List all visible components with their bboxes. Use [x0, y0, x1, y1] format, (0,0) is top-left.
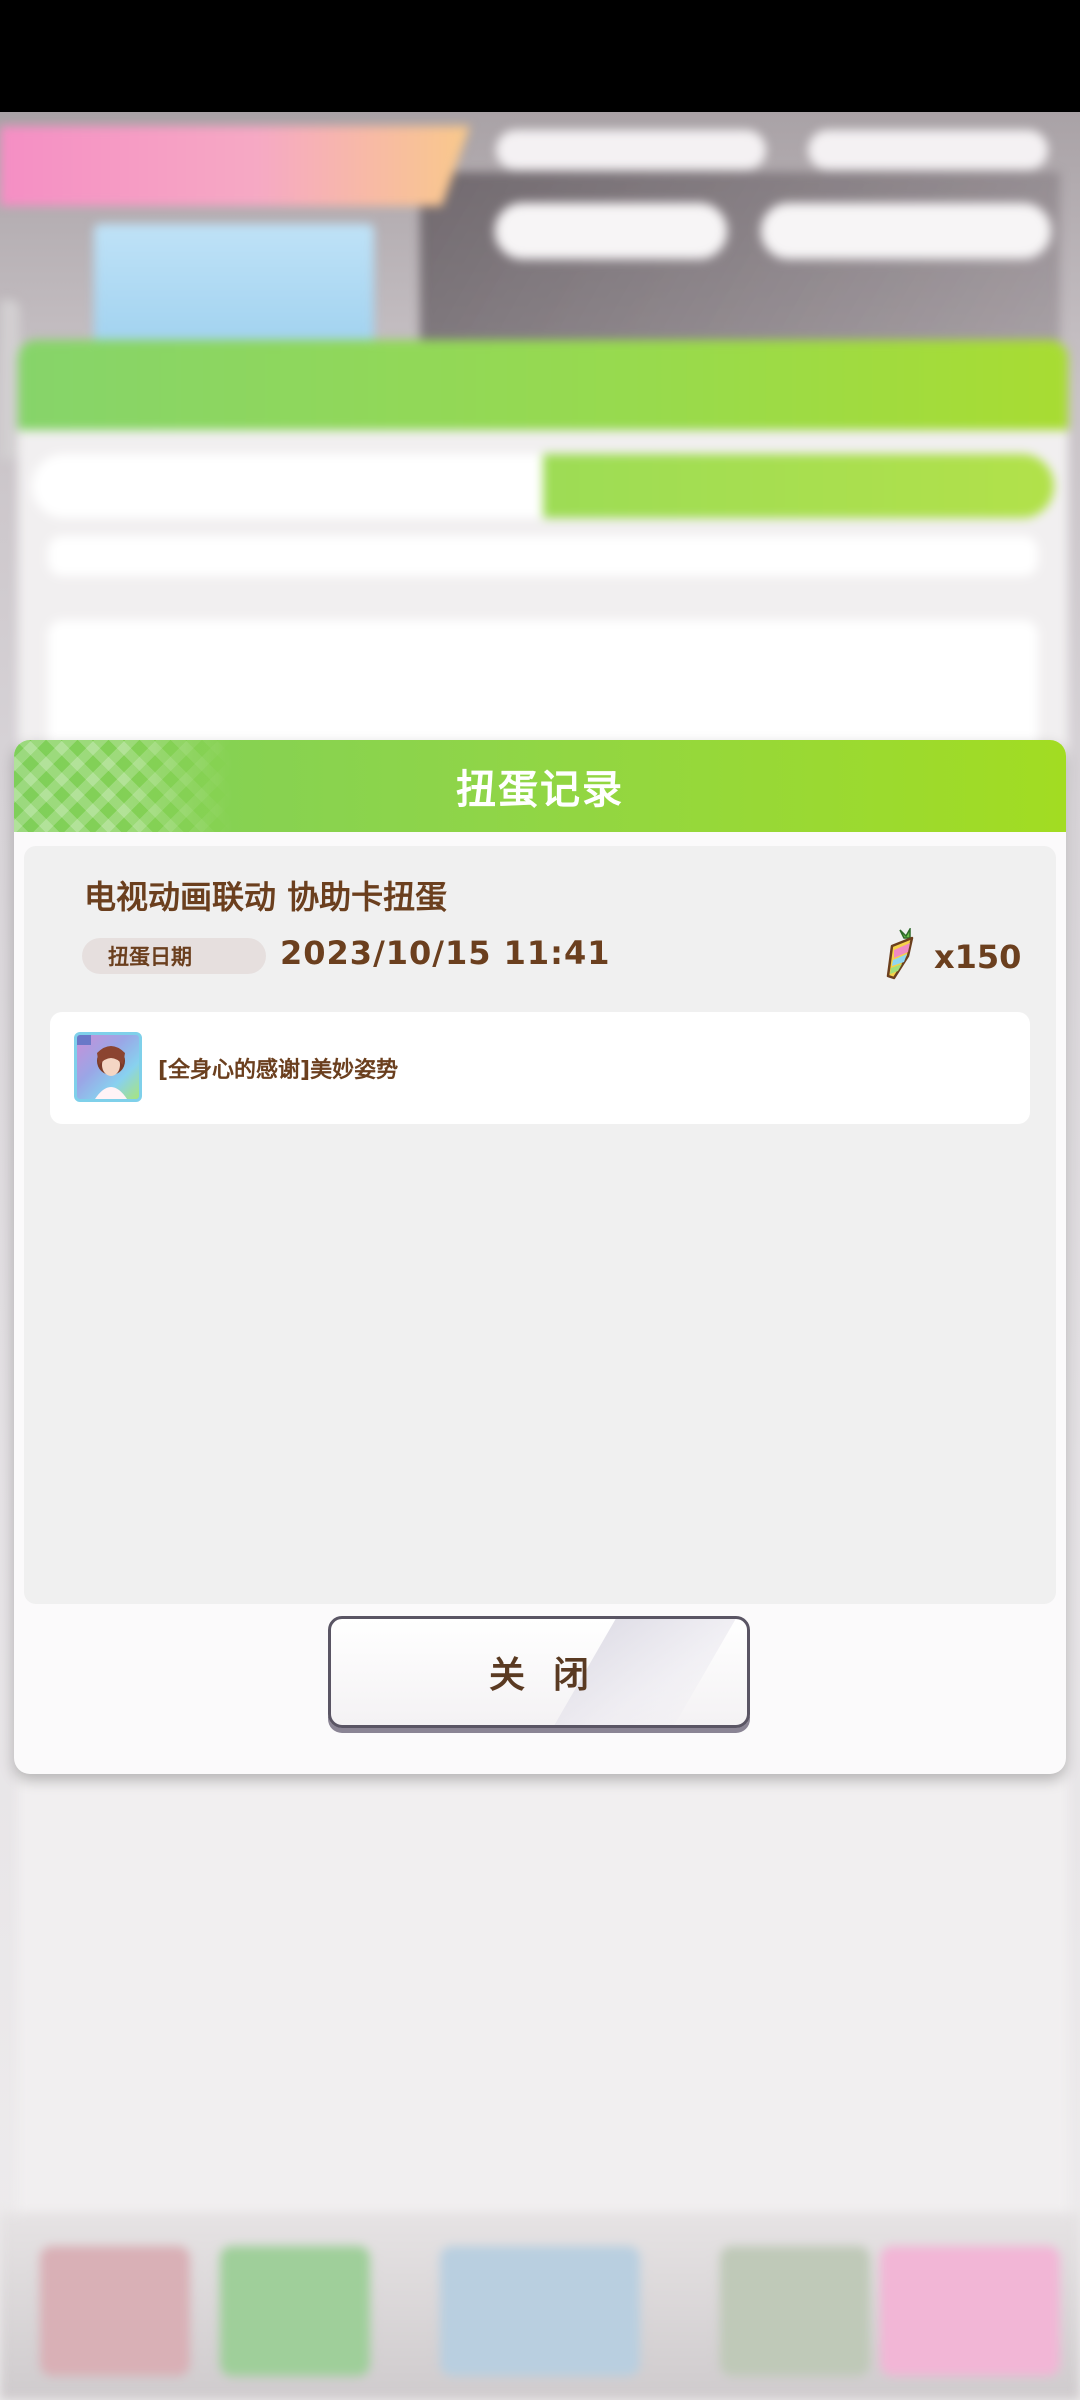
background-nav-item: [440, 2246, 640, 2376]
background-resource-bar: [808, 130, 1048, 170]
background-logo: [94, 224, 374, 354]
dialog-title: 扭蛋记录: [456, 767, 624, 813]
background-dialog-header: [18, 340, 1068, 430]
background-pill-button: [494, 202, 728, 260]
date-value: 2023/10/15 11:41: [280, 934, 611, 972]
background-resource-bar: [496, 130, 766, 170]
background-nav-item: [880, 2246, 1060, 2376]
background-header-banner: [0, 126, 470, 206]
background-tab-active: [543, 454, 1054, 518]
background-side-handle: [0, 300, 20, 460]
support-card-thumbnail: [74, 1032, 142, 1102]
background-tab: [32, 454, 543, 518]
dialog-header: 扭蛋记录: [14, 740, 1066, 832]
date-label: 扭蛋日期: [82, 938, 266, 974]
close-button-label: 关闭: [488, 1655, 617, 1696]
record-title: 电视动画联动 协助卡扭蛋: [84, 878, 448, 916]
status-bar-area: [0, 0, 1080, 112]
background-tabs: [32, 454, 1054, 518]
result-item[interactable]: [全身心的感谢]美妙姿势: [50, 1012, 1030, 1124]
background-card: [48, 536, 1038, 576]
carrot-icon: [882, 926, 922, 982]
result-text: [全身心的感谢]美妙姿势: [158, 1058, 399, 1083]
background-bottom-nav: [0, 2212, 1080, 2400]
background-nav-item: [40, 2246, 190, 2376]
gacha-history-dialog: 扭蛋记录 电视动画联动 协助卡扭蛋 扭蛋日期 2023/10/15 11:41 …: [14, 740, 1066, 1774]
dialog-body: 电视动画联动 协助卡扭蛋 扭蛋日期 2023/10/15 11:41 x150: [24, 846, 1056, 1604]
close-button[interactable]: 关闭: [328, 1616, 750, 1728]
background-nav-item: [720, 2246, 870, 2376]
background-nav-item: [220, 2246, 370, 2376]
background-pill-button: [760, 202, 1052, 260]
cost-value: x150: [934, 938, 1022, 976]
